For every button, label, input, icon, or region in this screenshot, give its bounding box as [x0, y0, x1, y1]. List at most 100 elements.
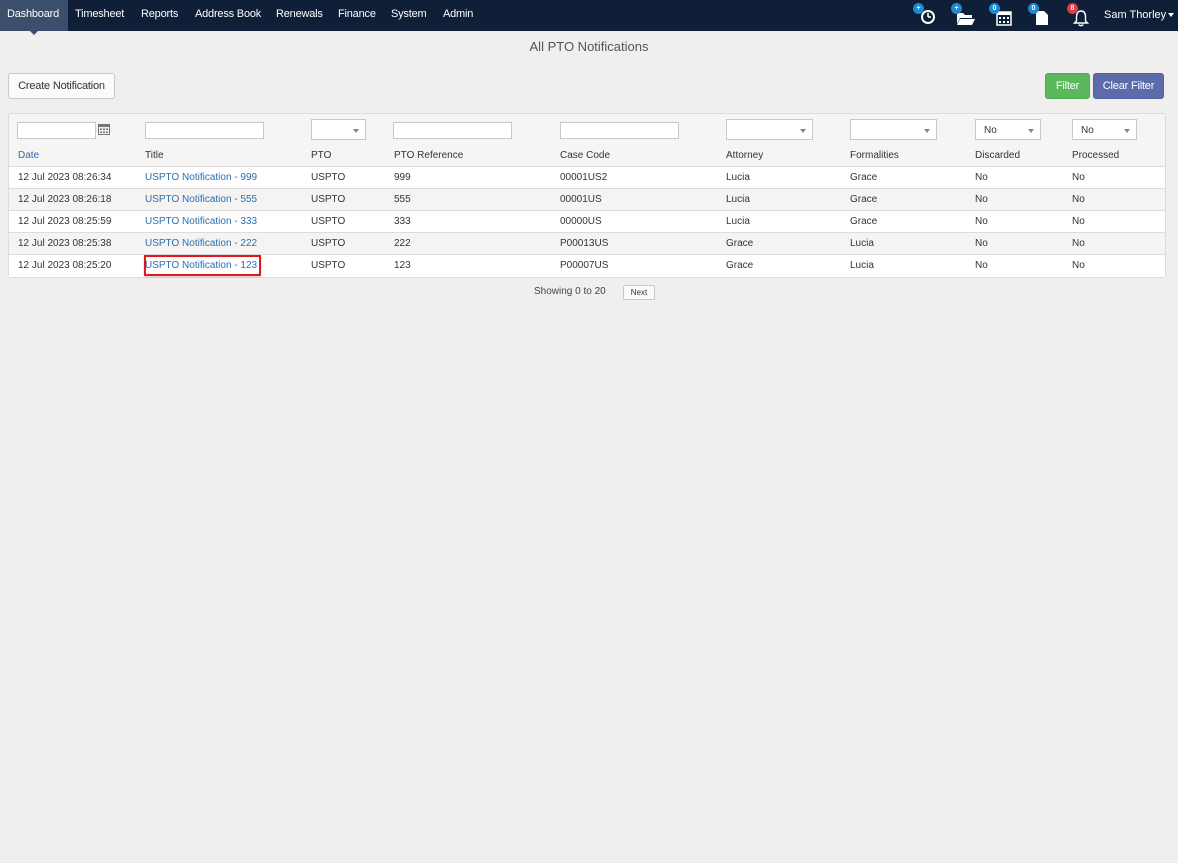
user-name: Sam Thorley [1104, 9, 1167, 21]
filter-button[interactable]: Filter [1045, 73, 1090, 99]
case-code-cell: P00013US [560, 238, 609, 249]
attorney-cell: Lucia [726, 172, 750, 183]
column-header-discarded[interactable]: Discarded [975, 150, 1020, 161]
case-code-cell: P00007US [560, 260, 609, 271]
top-navbar: Dashboard Timesheet Reports Address Book… [0, 0, 1178, 35]
nav-admin[interactable]: Admin [443, 0, 473, 31]
column-header-attorney[interactable]: Attorney [726, 150, 763, 161]
nav-address-book[interactable]: Address Book [195, 0, 261, 31]
title-link[interactable]: USPTO Notification - 555 [145, 194, 257, 205]
table-row[interactable]: 12 Jul 2023 08:25:38 USPTO Notification … [9, 232, 1165, 255]
chevron-down-icon [800, 129, 806, 133]
table-row[interactable]: 12 Jul 2023 08:25:20 USPTO Notification … [9, 254, 1165, 277]
clear-filter-button[interactable]: Clear Filter [1093, 73, 1164, 99]
pto-reference-cell: 555 [394, 194, 411, 205]
column-header-case-code[interactable]: Case Code [560, 150, 610, 161]
timer-icon[interactable]: + [913, 3, 937, 26]
column-header-processed[interactable]: Processed [1072, 150, 1119, 161]
nav-finance[interactable]: Finance [338, 0, 376, 31]
attorney-filter-select[interactable] [726, 119, 813, 140]
next-page-button[interactable]: Next [623, 285, 655, 300]
chevron-down-icon [1168, 13, 1175, 18]
date-filter-input[interactable] [17, 122, 96, 139]
title-link[interactable]: USPTO Notification - 333 [145, 216, 257, 227]
formalities-filter-select[interactable] [850, 119, 937, 140]
pto-reference-cell: 999 [394, 172, 411, 183]
pto-reference-cell: 333 [394, 216, 411, 227]
nav-timesheet[interactable]: Timesheet [75, 0, 124, 31]
pto-filter-select[interactable] [311, 119, 366, 140]
notifications-table: No No Date Title PTO PTO Reference Case … [8, 113, 1166, 278]
processed-cell: No [1072, 260, 1085, 271]
discarded-cell: No [975, 216, 988, 227]
title-link[interactable]: USPTO Notification - 999 [145, 172, 257, 183]
timer-badge: + [913, 3, 924, 14]
calendar-icon[interactable]: 0 [989, 3, 1013, 26]
processed-filter-select[interactable]: No [1072, 119, 1137, 140]
discarded-filter-value: No [984, 125, 997, 136]
nav-renewals[interactable]: Renewals [276, 0, 323, 31]
date-cell: 12 Jul 2023 08:26:34 [18, 172, 112, 183]
highlight-box [144, 255, 261, 276]
pto-reference-cell: 222 [394, 238, 411, 249]
pto-cell: USPTO [311, 194, 346, 205]
date-cell: 12 Jul 2023 08:26:18 [18, 194, 112, 205]
processed-cell: No [1072, 238, 1085, 249]
pto-cell: USPTO [311, 260, 346, 271]
discarded-cell: No [975, 194, 988, 205]
document-icon[interactable]: 0 [1028, 3, 1052, 26]
column-header-pto[interactable]: PTO [311, 150, 331, 161]
pto-cell: USPTO [311, 238, 346, 249]
calendar-badge: 0 [989, 3, 1000, 14]
pager-status: Showing 0 to 20 [534, 286, 606, 297]
nav-system[interactable]: System [391, 0, 427, 31]
chevron-down-icon [924, 129, 930, 133]
discarded-cell: No [975, 238, 988, 249]
table-row[interactable]: 12 Jul 2023 08:25:59 USPTO Notification … [9, 210, 1165, 233]
discarded-cell: No [975, 260, 988, 271]
discarded-filter-select[interactable]: No [975, 119, 1041, 140]
create-notification-button[interactable]: Create Notification [8, 73, 115, 99]
column-header-formalities[interactable]: Formalities [850, 150, 899, 161]
column-header-date[interactable]: Date [18, 150, 39, 161]
pto-cell: USPTO [311, 216, 346, 227]
formalities-cell: Lucia [850, 238, 874, 249]
formalities-cell: Grace [850, 216, 878, 227]
folder-badge: + [951, 3, 962, 14]
attorney-cell: Lucia [726, 216, 750, 227]
column-header-pto-reference[interactable]: PTO Reference [394, 150, 463, 161]
case-code-filter-input[interactable] [560, 122, 679, 139]
discarded-cell: No [975, 172, 988, 183]
title-filter-input[interactable] [145, 122, 264, 139]
table-row[interactable]: 12 Jul 2023 08:26:18 USPTO Notification … [9, 188, 1165, 211]
case-code-cell: 00001US [560, 194, 602, 205]
page-title: All PTO Notifications [529, 39, 649, 54]
case-code-cell: 00001US2 [560, 172, 608, 183]
calendar-icon[interactable] [98, 123, 110, 135]
processed-filter-value: No [1081, 125, 1094, 136]
attorney-cell: Grace [726, 238, 754, 249]
title-link[interactable]: USPTO Notification - 222 [145, 238, 257, 249]
chevron-down-icon [1028, 129, 1034, 133]
attorney-cell: Grace [726, 260, 754, 271]
table-row[interactable]: 12 Jul 2023 08:26:34 USPTO Notification … [9, 166, 1165, 189]
chevron-down-icon [353, 129, 359, 133]
attorney-cell: Lucia [726, 194, 750, 205]
processed-cell: No [1072, 194, 1085, 205]
case-code-cell: 00000US [560, 216, 602, 227]
nav-reports[interactable]: Reports [141, 0, 178, 31]
date-cell: 12 Jul 2023 08:25:38 [18, 238, 112, 249]
chevron-down-icon [1124, 129, 1130, 133]
user-menu[interactable]: Sam Thorley [1104, 0, 1175, 31]
folder-open-icon[interactable]: + [951, 3, 975, 26]
column-header-title[interactable]: Title [145, 150, 164, 161]
nav-dashboard[interactable]: Dashboard [0, 0, 69, 35]
processed-cell: No [1072, 172, 1085, 183]
pto-cell: USPTO [311, 172, 346, 183]
bell-icon[interactable]: 8 [1067, 3, 1091, 27]
document-badge: 0 [1028, 3, 1039, 14]
date-cell: 12 Jul 2023 08:25:59 [18, 216, 112, 227]
bell-badge: 8 [1067, 3, 1078, 14]
formalities-cell: Grace [850, 194, 878, 205]
pto-reference-filter-input[interactable] [393, 122, 512, 139]
